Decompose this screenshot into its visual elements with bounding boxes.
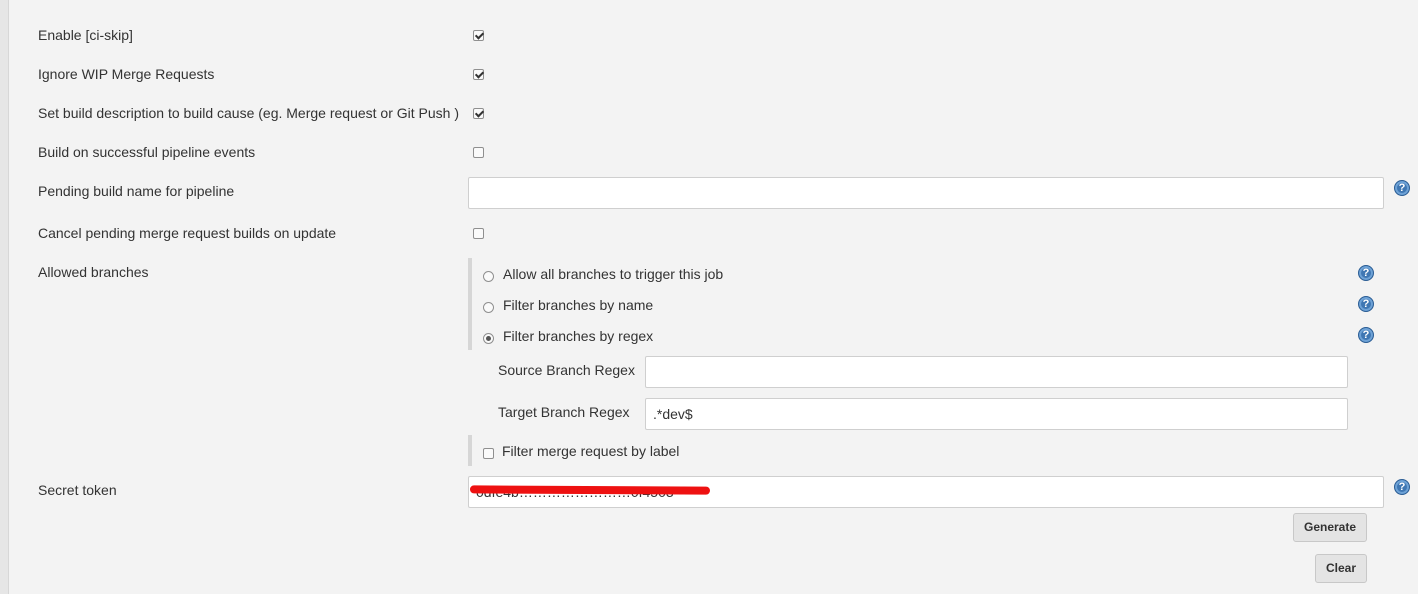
allowed-branches-group-bar [468, 258, 472, 350]
secret-token-label: Secret token [38, 482, 117, 498]
generate-button[interactable]: Generate [1293, 513, 1367, 542]
filter-label-group-bar [468, 435, 472, 466]
pending-build-name-label: Pending build name for pipeline [38, 183, 235, 199]
secret-token-help-icon[interactable]: ? [1394, 479, 1410, 495]
radio-filter-by-regex-label: Filter branches by regex [503, 328, 654, 344]
cancel-pending-checkbox[interactable] [473, 228, 484, 239]
set-build-description-checkbox[interactable] [473, 108, 484, 119]
ignore-wip-checkbox[interactable] [473, 69, 484, 80]
allow-all-branches-help-icon[interactable]: ? [1358, 265, 1374, 281]
radio-allow-all-branches-label: Allow all branches to trigger this job [503, 266, 724, 282]
filter-by-label-checkbox[interactable] [483, 448, 494, 459]
radio-filter-by-name[interactable] [483, 302, 494, 313]
source-branch-regex-input[interactable] [645, 356, 1348, 388]
cancel-pending-label: Cancel pending merge request builds on u… [38, 225, 337, 241]
radio-allow-all-branches[interactable] [483, 271, 494, 282]
left-border [0, 0, 9, 594]
filter-by-name-help-icon[interactable]: ? [1358, 296, 1374, 312]
target-branch-regex-label: Target Branch Regex [498, 404, 630, 420]
enable-ci-skip-checkbox[interactable] [473, 30, 484, 41]
build-on-pipeline-checkbox[interactable] [473, 147, 484, 158]
pending-build-name-input[interactable] [468, 177, 1384, 209]
set-build-description-label: Set build description to build cause (eg… [38, 105, 459, 121]
filter-by-label-label: Filter merge request by label [502, 443, 680, 459]
target-branch-regex-input[interactable] [645, 398, 1348, 430]
source-branch-regex-label: Source Branch Regex [498, 362, 635, 378]
enable-ci-skip-label: Enable [ci-skip] [38, 27, 133, 43]
redaction-mark [469, 485, 711, 495]
pending-build-name-help-icon[interactable]: ? [1394, 180, 1410, 196]
radio-filter-by-regex[interactable] [483, 333, 494, 344]
ignore-wip-label: Ignore WIP Merge Requests [38, 66, 215, 82]
clear-button[interactable]: Clear [1315, 554, 1367, 583]
allowed-branches-label: Allowed branches [38, 264, 149, 280]
radio-filter-by-name-label: Filter branches by name [503, 297, 654, 313]
filter-by-regex-help-icon[interactable]: ? [1358, 327, 1374, 343]
build-on-pipeline-label: Build on successful pipeline events [38, 144, 256, 160]
